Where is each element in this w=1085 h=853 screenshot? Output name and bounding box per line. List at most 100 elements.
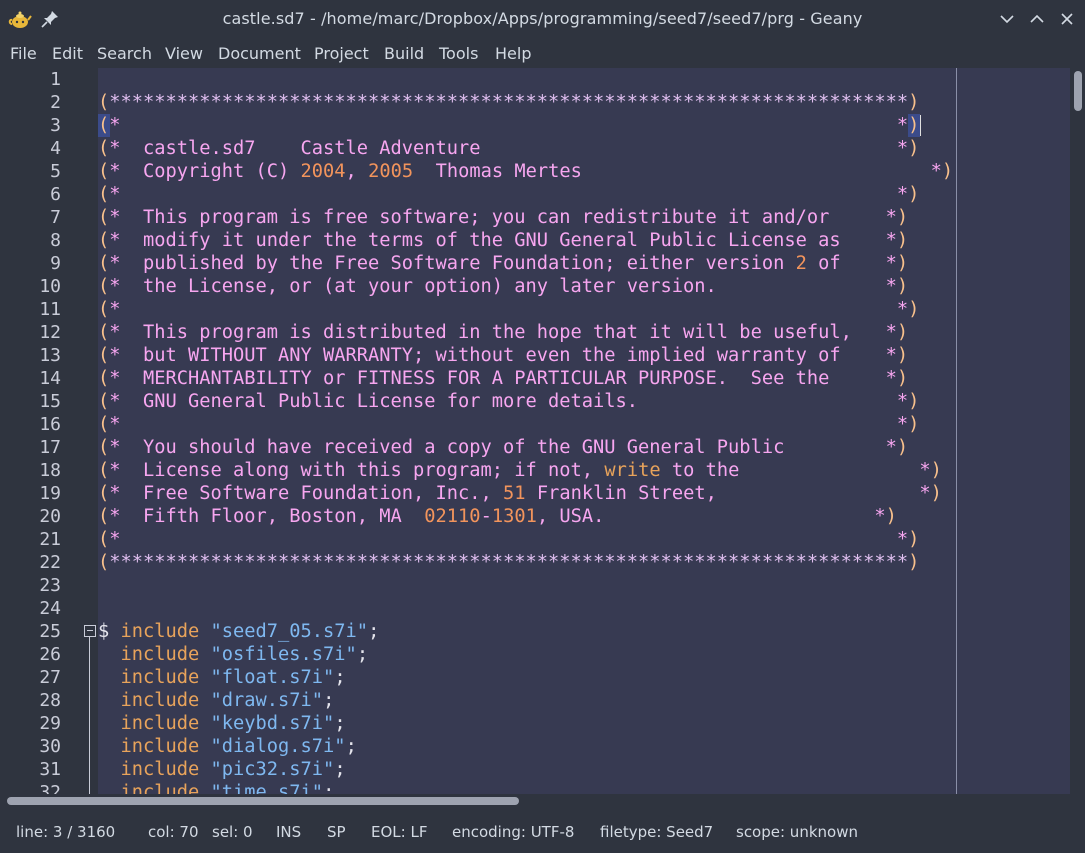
vertical-scrollbar[interactable] — [1070, 68, 1085, 794]
code-line[interactable]: (***************************************… — [98, 551, 919, 574]
status-encoding: encoding: UTF-8 — [452, 823, 575, 841]
line-number: 8 — [50, 230, 61, 251]
code-line[interactable]: (* *) — [98, 298, 919, 321]
code-token: ( — [98, 391, 110, 412]
code-token: "float.s7i" — [210, 667, 335, 688]
line-number: 10 — [39, 276, 61, 297]
menu-view[interactable]: View — [165, 44, 203, 63]
code-line[interactable]: (* *) — [98, 183, 919, 206]
line-number: 9 — [50, 253, 61, 274]
code-line[interactable]: (* Free Software Foundation, Inc., 51 Fr… — [98, 482, 942, 505]
close-button[interactable] — [1056, 8, 1078, 30]
code-line[interactable]: (* MERCHANTABILITY or FITNESS FOR A PART… — [98, 367, 908, 390]
line-number: 23 — [39, 575, 61, 596]
menu-search[interactable]: Search — [97, 44, 152, 63]
code-token: ) — [896, 207, 909, 228]
code-line[interactable]: include "pic32.s7i"; — [98, 758, 346, 781]
code-line[interactable]: $ include "seed7_05.s7i"; — [98, 620, 379, 643]
code-token: ( — [98, 506, 110, 527]
line-number: 14 — [39, 368, 61, 389]
code-line[interactable]: include "keybd.s7i"; — [98, 712, 346, 735]
code-token: * GNU General Public License for more de… — [109, 391, 909, 412]
vertical-scrollbar-thumb[interactable] — [1074, 71, 1082, 111]
code-line[interactable]: include "dialog.s7i"; — [98, 735, 357, 758]
text-cursor — [920, 115, 921, 136]
code-token: include — [120, 782, 200, 794]
status-filetype: filetype: Seed7 — [600, 823, 714, 841]
code-token: ( — [98, 414, 110, 435]
code-token: ; — [334, 667, 346, 688]
code-line[interactable]: (* Copyright (C) 2004, 2005 Thomas Merte… — [98, 160, 953, 183]
code-line[interactable]: (* the License, or (at your option) any … — [98, 275, 908, 298]
code-token: - — [480, 506, 492, 527]
line-number: 15 — [39, 391, 61, 412]
code-line[interactable]: (* *) — [98, 413, 919, 436]
menu-build[interactable]: Build — [384, 44, 424, 63]
menu-help[interactable]: Help — [495, 44, 531, 63]
code-token: ) — [908, 414, 920, 435]
code-line[interactable]: (* modify it under the terms of the GNU … — [98, 229, 908, 252]
line-number: 5 — [50, 161, 61, 182]
maximize-button[interactable] — [1026, 8, 1048, 30]
code-line[interactable]: (***************************************… — [98, 91, 919, 114]
code-text-area[interactable]: ( ***************************************… — [98, 68, 1070, 794]
code-token: * the License, or (at your option) any l… — [109, 276, 897, 297]
code-token: "dialog.s7i" — [210, 736, 346, 757]
horizontal-scrollbar[interactable] — [0, 794, 1085, 808]
code-token: * Fifth Floor, Boston, MA — [109, 506, 425, 527]
code-token: 2004 — [300, 161, 346, 182]
editor[interactable]: 1 2 3 4 5 6 7 8 9 10 11 12 13 14 15 16 17 18 19 20 21 22 23 24 2… — [0, 68, 1085, 794]
code-line[interactable]: (* *) — [98, 528, 919, 551]
line-number: 13 — [39, 345, 61, 366]
menu-project[interactable]: Project — [314, 44, 369, 63]
code-line[interactable]: (* GNU General Public License for more d… — [98, 390, 919, 413]
code-token: ) — [908, 529, 920, 550]
code-line[interactable]: (* castle.sd7 Castle Adventure *) — [98, 137, 919, 160]
code-line[interactable]: (* You should have received a copy of th… — [98, 436, 908, 459]
code-line[interactable]: (* License along with this program; if n… — [98, 459, 942, 482]
menu-edit[interactable]: Edit — [52, 44, 83, 63]
minimize-button[interactable] — [996, 8, 1018, 30]
fold-guide — [89, 637, 90, 794]
line-number: 31 — [39, 759, 61, 780]
code-line[interactable]: (* but WITHOUT ANY WARRANTY; without eve… — [98, 344, 908, 367]
line-number: 2 — [50, 92, 61, 113]
code-line[interactable]: include "float.s7i"; — [98, 666, 346, 689]
code-token: ( — [98, 207, 110, 228]
code-token: * but WITHOUT ANY WARRANTY; without even… — [109, 345, 897, 366]
line-number-gutter[interactable]: 1 2 3 4 5 6 7 8 9 10 11 12 13 14 15 16 17 18 19 20 21 22 23 24 2… — [0, 68, 98, 794]
code-token: ) — [908, 299, 920, 320]
line-number: 21 — [39, 529, 61, 550]
code-token: * MERCHANTABILITY or FITNESS FOR A PARTI… — [109, 368, 897, 389]
code-token: ( — [98, 368, 110, 389]
fold-collapse-icon[interactable] — [84, 625, 96, 637]
code-line[interactable]: (* This program is distributed in the ho… — [98, 321, 908, 344]
code-line[interactable]: (* Fifth Floor, Boston, MA 02110-1301, U… — [98, 505, 897, 528]
code-token: 51 — [503, 483, 526, 504]
code-token: ****************************************… — [109, 552, 909, 573]
code-token: ( — [98, 161, 110, 182]
status-eol: EOL: LF — [371, 823, 428, 841]
code-token: * * — [109, 414, 909, 435]
code-token: include — [120, 621, 200, 642]
line-number: 27 — [39, 667, 61, 688]
code-line[interactable]: include "osfiles.s7i"; — [98, 643, 369, 666]
code-token: ) — [908, 138, 920, 159]
menu-tools[interactable]: Tools — [439, 44, 478, 63]
code-line[interactable]: include "draw.s7i"; — [98, 689, 335, 712]
code-line[interactable]: (* *) — [98, 114, 919, 137]
menu-file[interactable]: File — [10, 44, 37, 63]
code-line[interactable]: (* This program is free software; you ca… — [98, 206, 908, 229]
code-line[interactable]: (* published by the Free Software Founda… — [98, 252, 908, 275]
line-number: 12 — [39, 322, 61, 343]
line-number: 26 — [39, 644, 61, 665]
horizontal-scrollbar-thumb[interactable] — [7, 797, 519, 805]
chevron-down-icon — [1000, 15, 1014, 24]
menu-document[interactable]: Document — [218, 44, 301, 63]
code-token: ) — [908, 92, 920, 113]
line-number: 6 — [50, 184, 61, 205]
code-line[interactable]: include "time.s7i"; — [98, 781, 335, 794]
title-bar[interactable]: castle.sd7 - /home/marc/Dropbox/Apps/pro… — [0, 0, 1085, 38]
